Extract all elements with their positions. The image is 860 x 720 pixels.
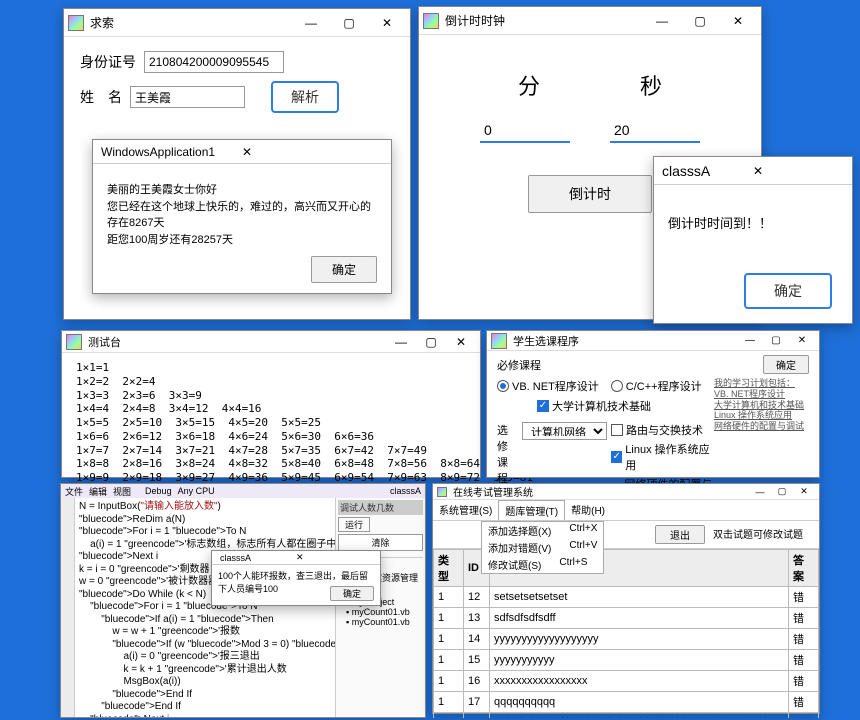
hint-label: 双击试题可修改试题 — [713, 526, 803, 541]
elective-combo[interactable]: 计算机网络 — [522, 422, 607, 440]
table-row[interactable]: 118复制文本就是将选定的文本复制到剪贴板上，然后从剪贴板粘贴到文字中错 — [434, 713, 819, 719]
window-title: 在线考试管理系统 — [453, 484, 749, 499]
maximize-button[interactable]: ▢ — [416, 332, 446, 352]
tab-bank[interactable]: 题库管理(T) — [498, 500, 565, 520]
table-row[interactable]: 117qqqqqqqqqq错 — [434, 692, 819, 713]
radio-cc[interactable]: C/C++程序设计 — [611, 378, 702, 394]
second-label: 秒 — [640, 69, 662, 101]
exit-button[interactable]: 退出 — [655, 525, 705, 544]
table-row[interactable]: 114yyyyyyyyyyyyyyyyyyy错 — [434, 629, 819, 650]
table-row[interactable]: 112setsetsetsetset错 — [434, 587, 819, 608]
exam-table[interactable]: 类型ID题目名称答案 112setsetsetsetset错113sdfsdfs… — [433, 549, 819, 718]
close-button[interactable]: ✕ — [368, 10, 406, 36]
popup-ok-button[interactable]: 确定 — [744, 273, 832, 309]
close-button[interactable]: ✕ — [719, 8, 757, 34]
maximize-button[interactable]: ▢ — [771, 485, 793, 499]
id-label: 身份证号 — [80, 52, 136, 72]
table-row[interactable]: 116xxxxxxxxxxxxxxxxx错 — [434, 671, 819, 692]
summary-l4: 网络硬件的配置与调试 — [714, 421, 809, 432]
second-input[interactable] — [610, 119, 700, 143]
dialog-title: WindowsApplication1 — [101, 145, 242, 159]
check-route[interactable]: 路由与交换技术 — [611, 422, 714, 438]
menu-item-addchoice[interactable]: 添加选择题(X)Ctrl+X — [482, 522, 603, 539]
parse-button[interactable]: 解析 — [271, 81, 339, 113]
tab-system[interactable]: 系统管理(S) — [433, 500, 498, 520]
dialog-line2: 您已经在这个地球上快乐的，难过的，高兴而又开心的存在8267天 — [107, 199, 377, 232]
exam-col-header[interactable]: 类型 — [434, 550, 464, 587]
check-compbasic[interactable]: ✓大学计算机技术基础 — [537, 398, 714, 414]
minimize-button[interactable]: — — [386, 332, 416, 352]
tab-help[interactable]: 帮助(H) — [565, 500, 611, 520]
dialog-ok-button[interactable]: 确定 — [311, 256, 377, 283]
window-title: 测试台 — [88, 334, 386, 350]
check-linux[interactable]: ✓Linux 操作系统应用 — [611, 441, 714, 473]
exam-col-header[interactable]: 答案 — [789, 550, 819, 587]
app-icon — [423, 13, 439, 29]
minimize-button[interactable]: — — [749, 485, 771, 499]
window-title: 求索 — [90, 14, 292, 31]
popup-close-icon[interactable]: ✕ — [753, 164, 844, 178]
ide-toolbar[interactable]: 文件 编辑 视图 Debug Any CPU classsA — [61, 484, 425, 498]
ide-dialog-close-icon[interactable]: ✕ — [296, 552, 372, 563]
app-icon — [66, 334, 82, 350]
course-ok-button[interactable]: 确定 — [763, 355, 809, 374]
maximize-button[interactable]: ▢ — [681, 8, 719, 34]
id-input[interactable] — [144, 51, 284, 73]
summary-l1: VB. NET程序设计 — [714, 389, 809, 400]
window-title: 倒计时时钟 — [445, 12, 643, 29]
table-row[interactable]: 115yyyyyyyyyyy错 — [434, 650, 819, 671]
app-icon — [437, 487, 447, 497]
dialog-line3: 距您100周岁还有28257天 — [107, 232, 377, 249]
maximize-button[interactable]: ▢ — [763, 332, 789, 350]
dialog-line1: 美丽的王美霞女士你好 — [107, 182, 377, 199]
app-icon — [491, 333, 507, 349]
summary-l3: Linux 操作系统应用 — [714, 410, 809, 421]
minimize-button[interactable]: — — [292, 10, 330, 36]
code-editor[interactable]: N = InputBox("请输入能放入数")"bluecode">ReDim … — [75, 498, 335, 717]
app-icon — [68, 15, 84, 31]
menu-item-addtf[interactable]: 添加对错题(V)Ctrl+V — [482, 539, 603, 556]
minimize-button[interactable]: — — [643, 8, 681, 34]
dialog-close-icon[interactable]: ✕ — [242, 145, 383, 159]
name-input[interactable] — [130, 86, 245, 108]
menu-item-modify[interactable]: 修改试题(S)Ctrl+S — [482, 556, 603, 573]
close-button[interactable]: ✕ — [446, 332, 476, 352]
name-label: 姓 名 — [80, 87, 122, 107]
multiplication-output: 1×1=1 1×2=2 2×2=4 1×3=3 2×3=6 3×3=9 1×4=… — [62, 353, 480, 493]
minute-input[interactable] — [480, 119, 570, 143]
radio-vbnet[interactable]: VB. NET程序设计 — [497, 378, 599, 394]
required-section-label: 必修课程 — [497, 357, 541, 373]
minute-label: 分 — [518, 69, 540, 101]
maximize-button[interactable]: ▢ — [330, 10, 368, 36]
close-button[interactable]: ✕ — [793, 485, 815, 499]
summary-l2: 大学计算机和技术基础 — [714, 400, 809, 411]
summary-title: 我的学习计划包括： — [714, 378, 809, 389]
run-button[interactable]: 运行 — [338, 517, 370, 532]
table-row[interactable]: 113sdfsdfsdfsdff错 — [434, 608, 819, 629]
popup-title: classsA — [662, 163, 753, 179]
elective-section-label: 选修课程 — [497, 422, 518, 486]
countdown-button[interactable]: 倒计时 — [528, 175, 652, 213]
ide-dialog-ok-button[interactable]: 确定 — [330, 586, 374, 601]
close-button[interactable]: ✕ — [789, 332, 815, 350]
ide-dialog-title: classsA — [220, 553, 296, 563]
minimize-button[interactable]: — — [737, 332, 763, 350]
clear-button[interactable]: 清除 — [338, 534, 423, 551]
popup-message: 倒计时时间到！！ — [668, 216, 772, 231]
window-title: 学生选课程序 — [513, 333, 737, 349]
